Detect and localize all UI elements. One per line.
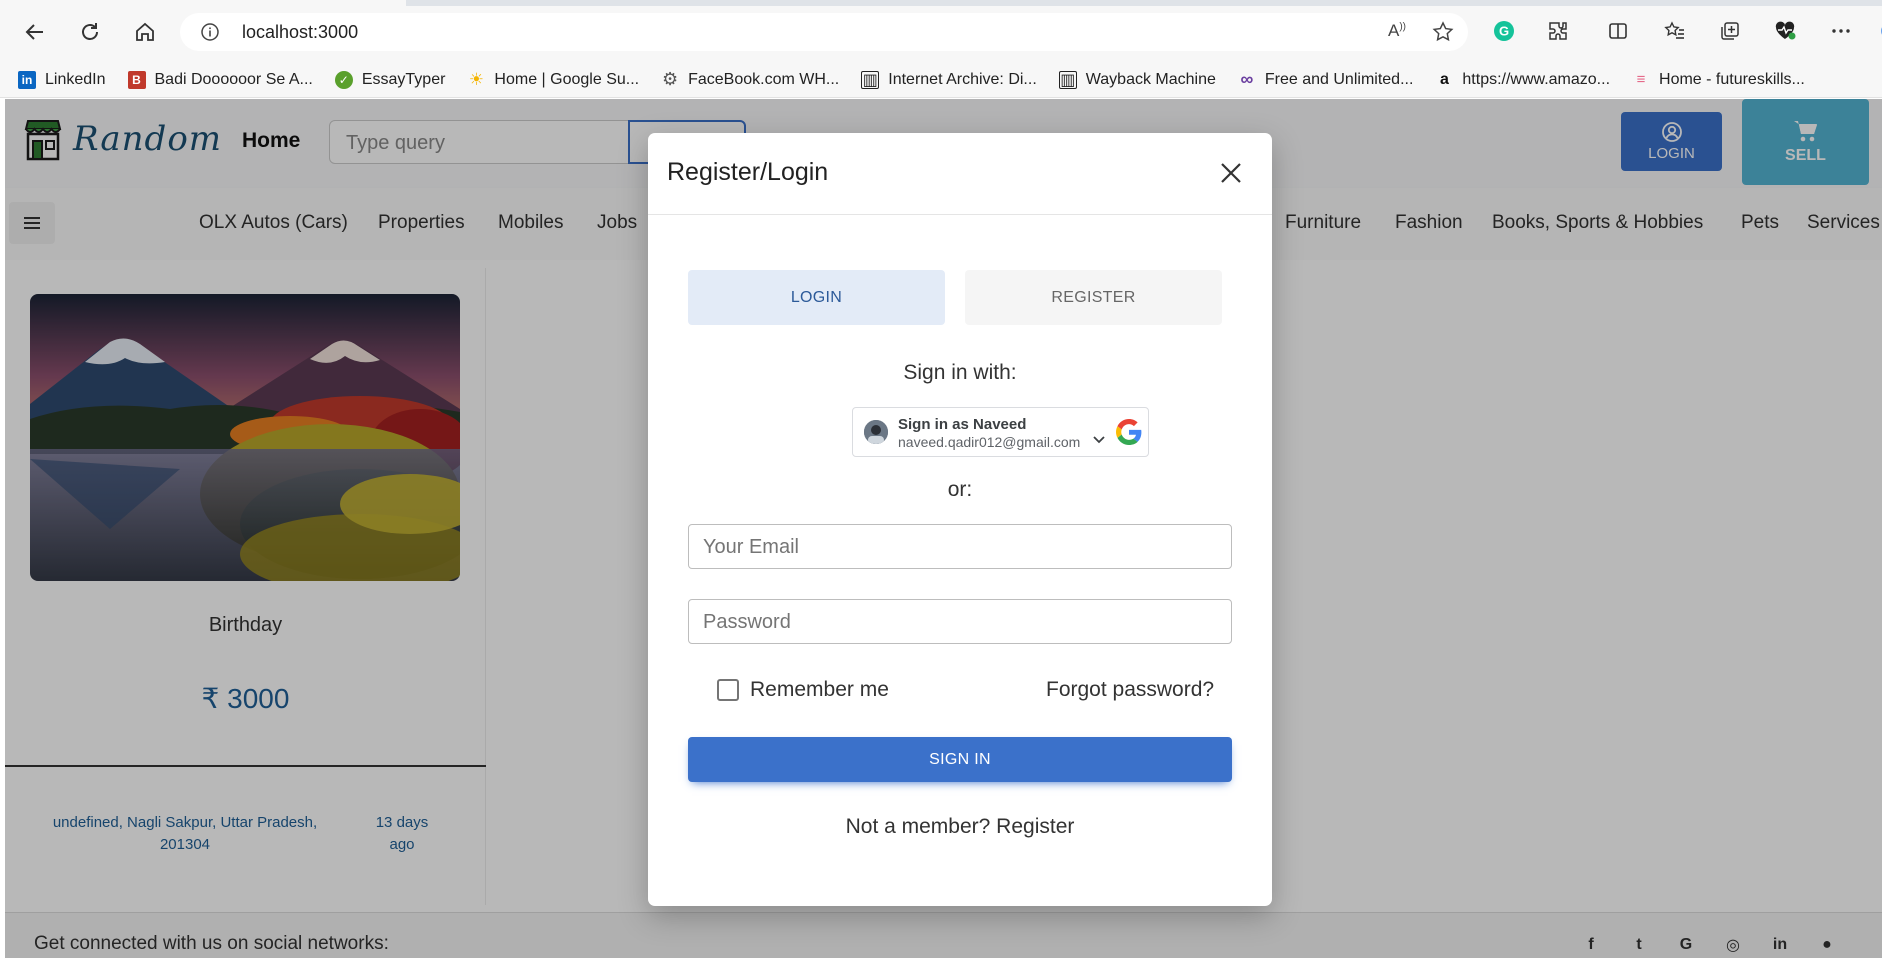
- archive-icon: ▥: [861, 70, 880, 89]
- split-screen-icon[interactable]: [1603, 16, 1633, 46]
- favorites-icon[interactable]: [1660, 16, 1690, 46]
- back-icon[interactable]: [17, 14, 53, 50]
- collections-icon[interactable]: [1715, 16, 1745, 46]
- chevron-down-icon[interactable]: [1093, 436, 1105, 444]
- bookmark-label: Free and Unlimited...: [1264, 70, 1414, 88]
- sign-in-button[interactable]: SIGN IN: [688, 737, 1232, 782]
- google-account-name: Sign in as Naveed: [898, 416, 1027, 433]
- forgot-password-link[interactable]: Forgot password?: [1046, 678, 1214, 702]
- bookmark-label: Badi Doooooor Se A...: [154, 70, 313, 88]
- or-divider-label: or:: [947, 478, 973, 501]
- svg-text:G: G: [1499, 24, 1509, 39]
- favorite-star-icon[interactable]: [1432, 21, 1454, 43]
- gear-icon: ⚙: [662, 69, 679, 89]
- bookmark-essaytyper[interactable]: ✓ EssayTyper: [334, 70, 446, 89]
- bookmark-free-unlimited[interactable]: ∞ Free and Unlimited...: [1238, 69, 1414, 89]
- register-link[interactable]: Not a member? Register: [648, 815, 1272, 839]
- tab-register[interactable]: REGISTER: [965, 270, 1222, 325]
- sign-in-with-label: Sign in with:: [903, 361, 1017, 384]
- bookmark-label: LinkedIn: [45, 70, 106, 88]
- bookmark-futureskills[interactable]: ≡ Home - futureskills...: [1632, 71, 1805, 89]
- google-account-email: naveed.qadir012@gmail.com: [898, 434, 1081, 450]
- bookmarks-bar: in LinkedIn B Badi Doooooor Se A... ✓ Essay…: [0, 62, 1882, 98]
- essaytyper-icon: ✓: [334, 70, 353, 89]
- amazon-icon: a: [1439, 70, 1449, 88]
- modal-header: Register/Login: [648, 133, 1272, 215]
- bookmark-label: Wayback Machine: [1085, 70, 1216, 88]
- email-field[interactable]: Your Email: [688, 524, 1232, 569]
- remember-me-checkbox[interactable]: [717, 679, 739, 701]
- login-register-modal: Register/Login LOGIN REGISTER Sign in wi…: [648, 133, 1272, 906]
- infinity-icon: ∞: [1240, 69, 1254, 89]
- grammarly-icon[interactable]: G: [1489, 16, 1519, 46]
- url-text[interactable]: localhost:3000: [242, 22, 358, 43]
- bookmark-favicon: B: [127, 70, 146, 89]
- bookmark-label: FaceBook.com WH...: [688, 70, 840, 88]
- close-icon[interactable]: [1216, 158, 1246, 188]
- bookmark-wayback-machine[interactable]: ▥ Wayback Machine: [1058, 70, 1216, 89]
- copilot-icon[interactable]: [1868, 16, 1882, 46]
- bookmark-internet-archive[interactable]: ▥ Internet Archive: Di...: [861, 70, 1037, 89]
- bookmark-facebook[interactable]: ⚙ FaceBook.com WH...: [661, 69, 840, 89]
- bookmark-label: https://www.amazo...: [1462, 70, 1611, 88]
- avatar: [864, 420, 888, 444]
- active-tab[interactable]: [0, 0, 406, 6]
- browser-toolbar: localhost:3000 A)) G: [0, 0, 1882, 62]
- google-logo-icon: [1116, 419, 1142, 445]
- more-options-icon[interactable]: [1826, 16, 1856, 46]
- address-bar[interactable]: localhost:3000 A)): [180, 13, 1468, 51]
- remember-me-label[interactable]: Remember me: [750, 678, 889, 702]
- bookmark-linkedin[interactable]: in LinkedIn: [18, 70, 106, 89]
- extensions-icon[interactable]: [1543, 16, 1573, 46]
- tab-login[interactable]: LOGIN: [688, 270, 945, 325]
- refresh-icon[interactable]: [72, 14, 108, 50]
- bookmark-badi-doooooor[interactable]: B Badi Doooooor Se A...: [127, 70, 313, 89]
- bookmark-label: Internet Archive: Di...: [888, 70, 1037, 88]
- home-icon[interactable]: [127, 14, 163, 50]
- password-field[interactable]: Password: [688, 599, 1232, 644]
- bookmark-label: Home - futureskills...: [1659, 70, 1805, 88]
- modal-title: Register/Login: [667, 158, 829, 186]
- sun-icon: ☀: [468, 69, 485, 89]
- bookmark-label: EssayTyper: [361, 70, 446, 88]
- tab-strip: [0, 0, 1882, 6]
- archive-icon: ▥: [1058, 70, 1077, 89]
- futureskills-icon: ≡: [1636, 71, 1646, 88]
- read-aloud-icon[interactable]: A)): [1388, 21, 1406, 43]
- bookmark-google-su[interactable]: ☀ Home | Google Su...: [467, 69, 640, 89]
- google-sign-in-button[interactable]: Sign in as Naveed naveed.qadir012@gmail.…: [852, 407, 1149, 457]
- bookmark-amazon[interactable]: a https://www.amazo...: [1435, 71, 1610, 89]
- info-icon[interactable]: [200, 22, 220, 42]
- bookmark-label: Home | Google Su...: [494, 70, 640, 88]
- linkedin-icon: in: [18, 70, 36, 89]
- browser-essentials-icon[interactable]: [1770, 16, 1800, 46]
